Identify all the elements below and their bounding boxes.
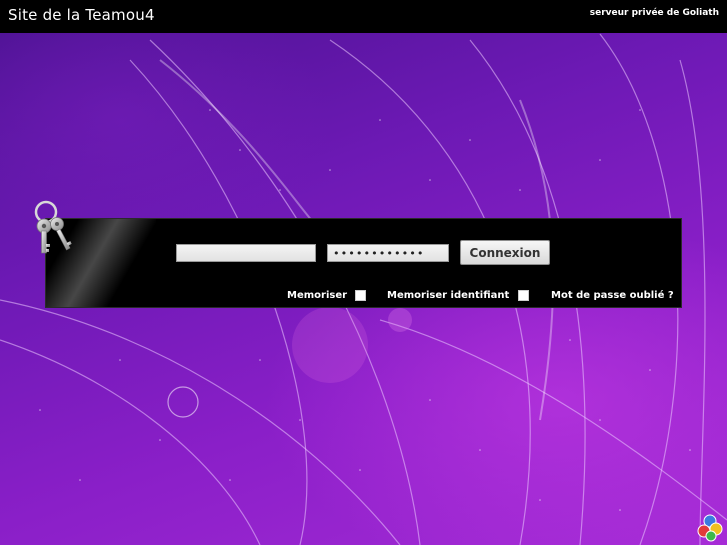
site-title: Site de la Teamou4 xyxy=(8,6,155,24)
remember-id-label: Memoriser identifiant xyxy=(387,290,510,301)
remember-label: Memoriser xyxy=(287,290,348,301)
remember-checkbox[interactable] xyxy=(355,290,366,301)
connexion-button[interactable]: Connexion xyxy=(460,240,550,265)
colored-balls-icon xyxy=(697,514,723,542)
forgot-password-link[interactable]: Mot de passe oublié ? xyxy=(551,290,674,301)
top-bar: Site de la Teamou4 serveur privée de Gol… xyxy=(0,0,727,33)
password-input[interactable] xyxy=(327,244,449,262)
remember-id-checkbox[interactable] xyxy=(518,290,529,301)
keys-icon xyxy=(34,200,72,254)
server-label: serveur privée de Goliath xyxy=(589,8,719,18)
username-input[interactable] xyxy=(176,244,316,262)
